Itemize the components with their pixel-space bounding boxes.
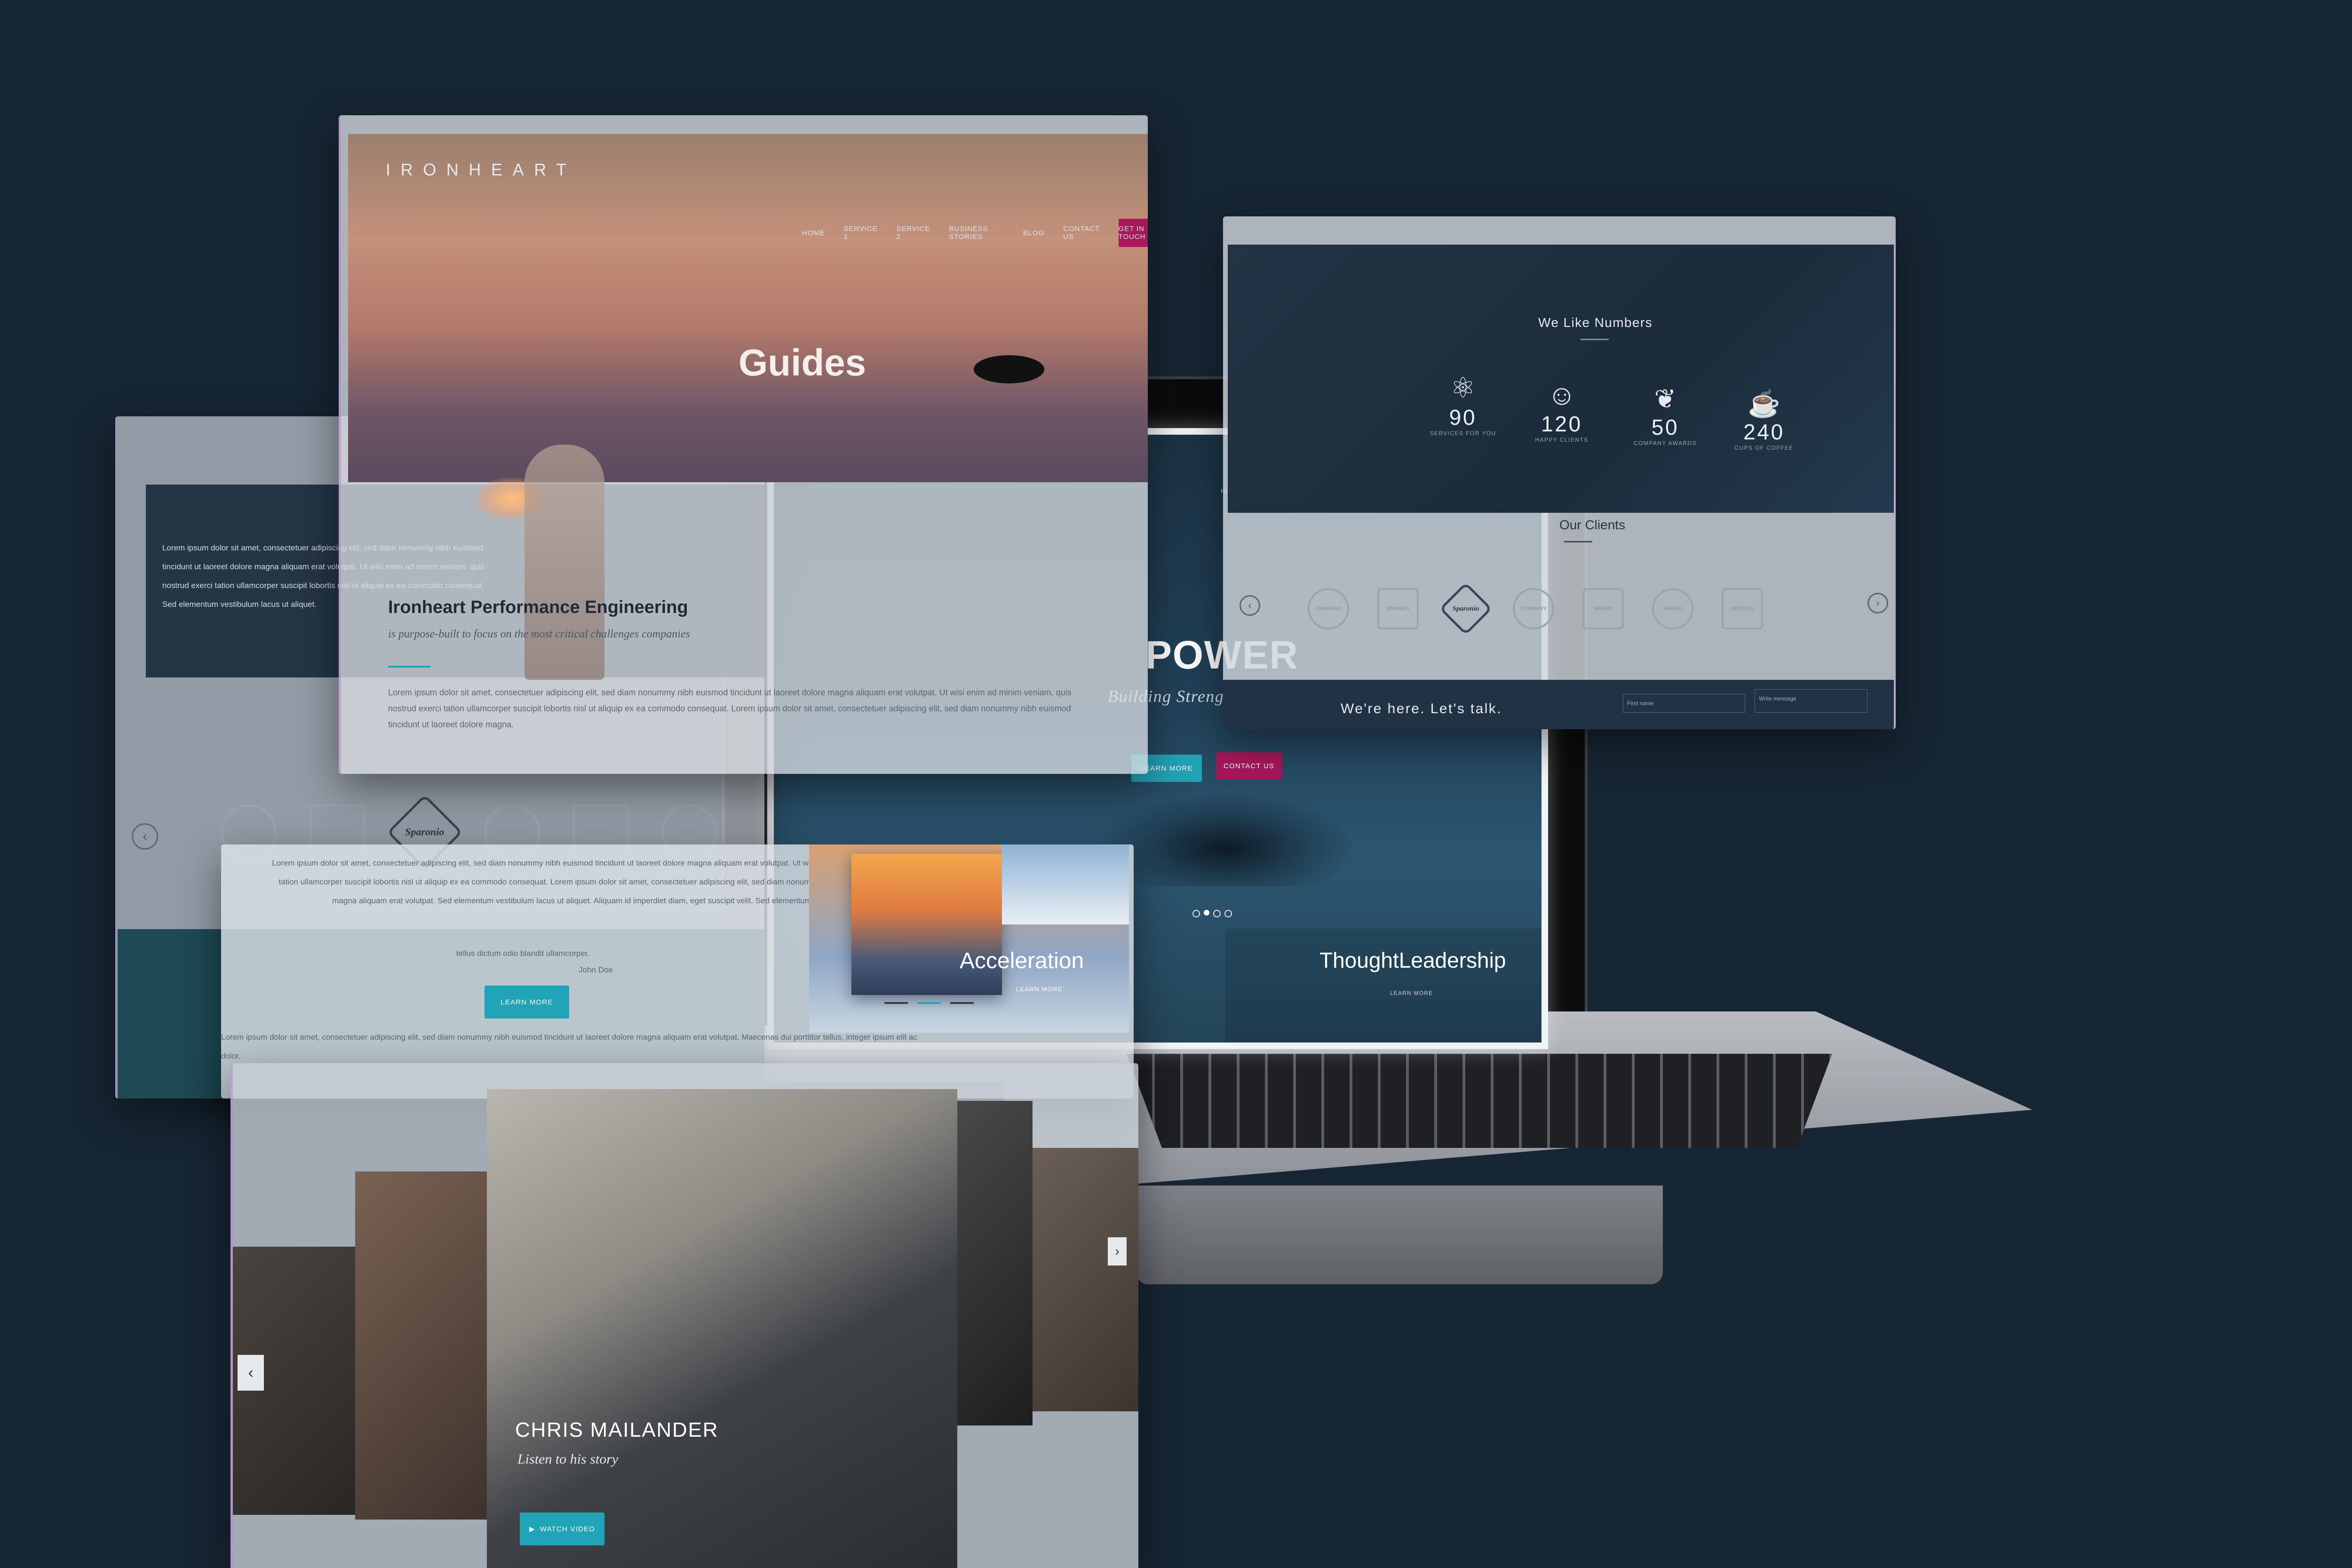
laptop-underside bbox=[1136, 1186, 1663, 1284]
stat-value: 240 bbox=[1743, 420, 1785, 444]
atom-icon: ⚛ bbox=[1450, 372, 1476, 404]
slider-dot[interactable] bbox=[1224, 910, 1232, 917]
numbers-section: We Like Numbers ⚛ 90 SERVICES FOR YOU ☺ … bbox=[1228, 245, 1894, 513]
clients-next-arrow-icon[interactable]: › bbox=[1867, 593, 1888, 613]
title-underline bbox=[1581, 339, 1609, 340]
play-icon: ▶ bbox=[529, 1525, 535, 1533]
client-logo: COMPANY bbox=[1513, 588, 1554, 629]
testimonial-author: John Doe bbox=[579, 965, 613, 974]
numbers-title: We Like Numbers bbox=[1538, 315, 1653, 330]
people-prev-arrow-icon[interactable]: ‹ bbox=[238, 1355, 264, 1391]
nav-item[interactable]: BLOG bbox=[1023, 229, 1044, 237]
stat-label: CUPS OF COFFEE bbox=[1734, 445, 1794, 451]
slider-dot[interactable] bbox=[1204, 910, 1209, 915]
guides-panel: IRONHEART HOME SERVICE 1 SERVICE 2 BUSIN… bbox=[339, 115, 1148, 774]
people-next-arrow-icon[interactable]: › bbox=[1108, 1237, 1127, 1266]
guides-hero: IRONHEART HOME SERVICE 1 SERVICE 2 BUSIN… bbox=[348, 134, 1148, 520]
client-logo: BRONKS bbox=[1722, 588, 1763, 629]
section-tagline: is purpose-built to focus on the most cr… bbox=[388, 628, 690, 640]
clients-title-underline bbox=[1564, 541, 1592, 542]
watch-video-button[interactable]: ▶ WATCH VIDEO bbox=[520, 1512, 604, 1545]
testimonial-panel: Lorem ipsum dolor sit amet, consectetuer… bbox=[221, 844, 1134, 1098]
zen-stones-image bbox=[974, 355, 1044, 383]
numbers-panel: We Like Numbers ⚛ 90 SERVICES FOR YOU ☺ … bbox=[1223, 216, 1896, 729]
client-logo: COMPANY bbox=[1308, 588, 1349, 629]
stat-label: HAPPY CLIENTS bbox=[1535, 437, 1589, 443]
thought-leadership-title: ThoughtLeadership bbox=[1319, 948, 1506, 972]
sky-image bbox=[1002, 844, 1129, 924]
slider-dots bbox=[1192, 910, 1232, 917]
tile-indicator[interactable] bbox=[884, 1002, 908, 1004]
coffee-cup-icon: ☕ bbox=[1748, 389, 1780, 418]
laurel-icon: ❦ bbox=[1654, 384, 1677, 414]
people-panel: CHRIS MAILANDER Listen to his story ▶ WA… bbox=[230, 1063, 1138, 1568]
testimonial-footer-text: Lorem ipsum dolor sit amet, consectetuer… bbox=[221, 1033, 917, 1060]
thought-leadership-link[interactable]: LEARN MORE bbox=[1390, 990, 1433, 996]
stat-value: 120 bbox=[1541, 412, 1582, 436]
contact-tagline: We're here. Let's talk. bbox=[1341, 701, 1502, 716]
get-in-touch-button[interactable]: GET IN TOUCH bbox=[1118, 219, 1148, 247]
city-skyline-image bbox=[851, 854, 1002, 995]
tile-indicator[interactable] bbox=[950, 1002, 974, 1004]
nav-item[interactable]: CONTACT US bbox=[1063, 225, 1099, 241]
nav-item[interactable]: SERVICE 1 bbox=[844, 225, 878, 241]
person-name: CHRIS MAILANDER bbox=[515, 1418, 719, 1441]
guide-person-image bbox=[524, 445, 604, 680]
tile-indicator[interactable] bbox=[917, 1002, 941, 1004]
tile-indicators bbox=[884, 1002, 974, 1004]
message-field[interactable]: Write message bbox=[1755, 689, 1867, 713]
testimonial-author-line: tellus dictum odio blandit ullamcorper. bbox=[456, 949, 590, 958]
nav-item[interactable]: BUSINESS STORIES bbox=[949, 225, 1004, 241]
left-prev-arrow-icon[interactable]: ‹ bbox=[132, 823, 158, 850]
stat-coffee: ☕ 240 CUPS OF COFFEE bbox=[1722, 388, 1806, 451]
slider-dot[interactable] bbox=[1213, 910, 1221, 917]
stat-awards: ❦ 50 COMPANY AWARDS bbox=[1623, 383, 1708, 446]
nav-item[interactable]: HOME bbox=[802, 229, 825, 237]
client-logo: BRAND bbox=[1582, 588, 1624, 629]
nav-item[interactable]: SERVICE 2 bbox=[897, 225, 930, 241]
stat-label: SERVICES FOR YOU bbox=[1430, 430, 1496, 437]
thought-leadership-tile[interactable]: ThoughtLeadership LEARN MORE bbox=[1225, 929, 1542, 1043]
acceleration-link[interactable]: LEARN MORE bbox=[1016, 986, 1063, 993]
guides-brand-logo[interactable]: IRONHEART bbox=[386, 160, 577, 180]
stat-value: 90 bbox=[1449, 405, 1477, 430]
smiley-icon: ☺ bbox=[1547, 379, 1576, 411]
client-logo: BRONKS bbox=[1377, 588, 1419, 629]
section-paragraph: Lorem ipsum dolor sit amet, consectetuer… bbox=[388, 688, 1072, 729]
section-title: Ironheart Performance Engineering bbox=[388, 597, 688, 617]
section-underline bbox=[388, 666, 430, 668]
first-name-field[interactable]: First name bbox=[1623, 694, 1745, 713]
acceleration-tile[interactable]: Acceleration LEARN MORE bbox=[809, 844, 1129, 1033]
portrait-far-right bbox=[1033, 1148, 1138, 1411]
stat-label: COMPANY AWARDS bbox=[1633, 440, 1697, 446]
stat-clients: ☺ 120 HAPPY CLIENTS bbox=[1519, 379, 1604, 443]
contact-section: First name Write message bbox=[1223, 680, 1894, 729]
stat-value: 50 bbox=[1651, 415, 1679, 439]
person-subtitle: Listen to his story bbox=[517, 1451, 619, 1467]
client-logo: Sparonio bbox=[1439, 582, 1493, 636]
guides-heading: Guides bbox=[739, 342, 866, 383]
clients-title: Our Clients bbox=[1559, 517, 1626, 532]
clients-prev-arrow-icon[interactable]: ‹ bbox=[1240, 595, 1260, 616]
featured-person-image: CHRIS MAILANDER Listen to his story ▶ WA… bbox=[487, 1089, 957, 1568]
client-logo: BRAND bbox=[1652, 588, 1693, 629]
acceleration-title: Acceleration bbox=[960, 948, 1084, 973]
keyboard bbox=[1127, 1054, 1832, 1148]
guides-nav: HOME SERVICE 1 SERVICE 2 BUSINESS STORIE… bbox=[802, 219, 1148, 247]
slider-dot[interactable] bbox=[1192, 910, 1200, 917]
contact-us-button[interactable]: CONTACT US bbox=[1216, 752, 1282, 780]
testimonial-learn-more-button[interactable]: LEARN MORE bbox=[485, 986, 569, 1019]
clients-logos-row: COMPANY BRONKS Sparonio COMPANY BRAND BR… bbox=[1308, 582, 1763, 636]
stat-services: ⚛ 90 SERVICES FOR YOU bbox=[1425, 372, 1501, 437]
watch-video-label: WATCH VIDEO bbox=[540, 1525, 596, 1533]
